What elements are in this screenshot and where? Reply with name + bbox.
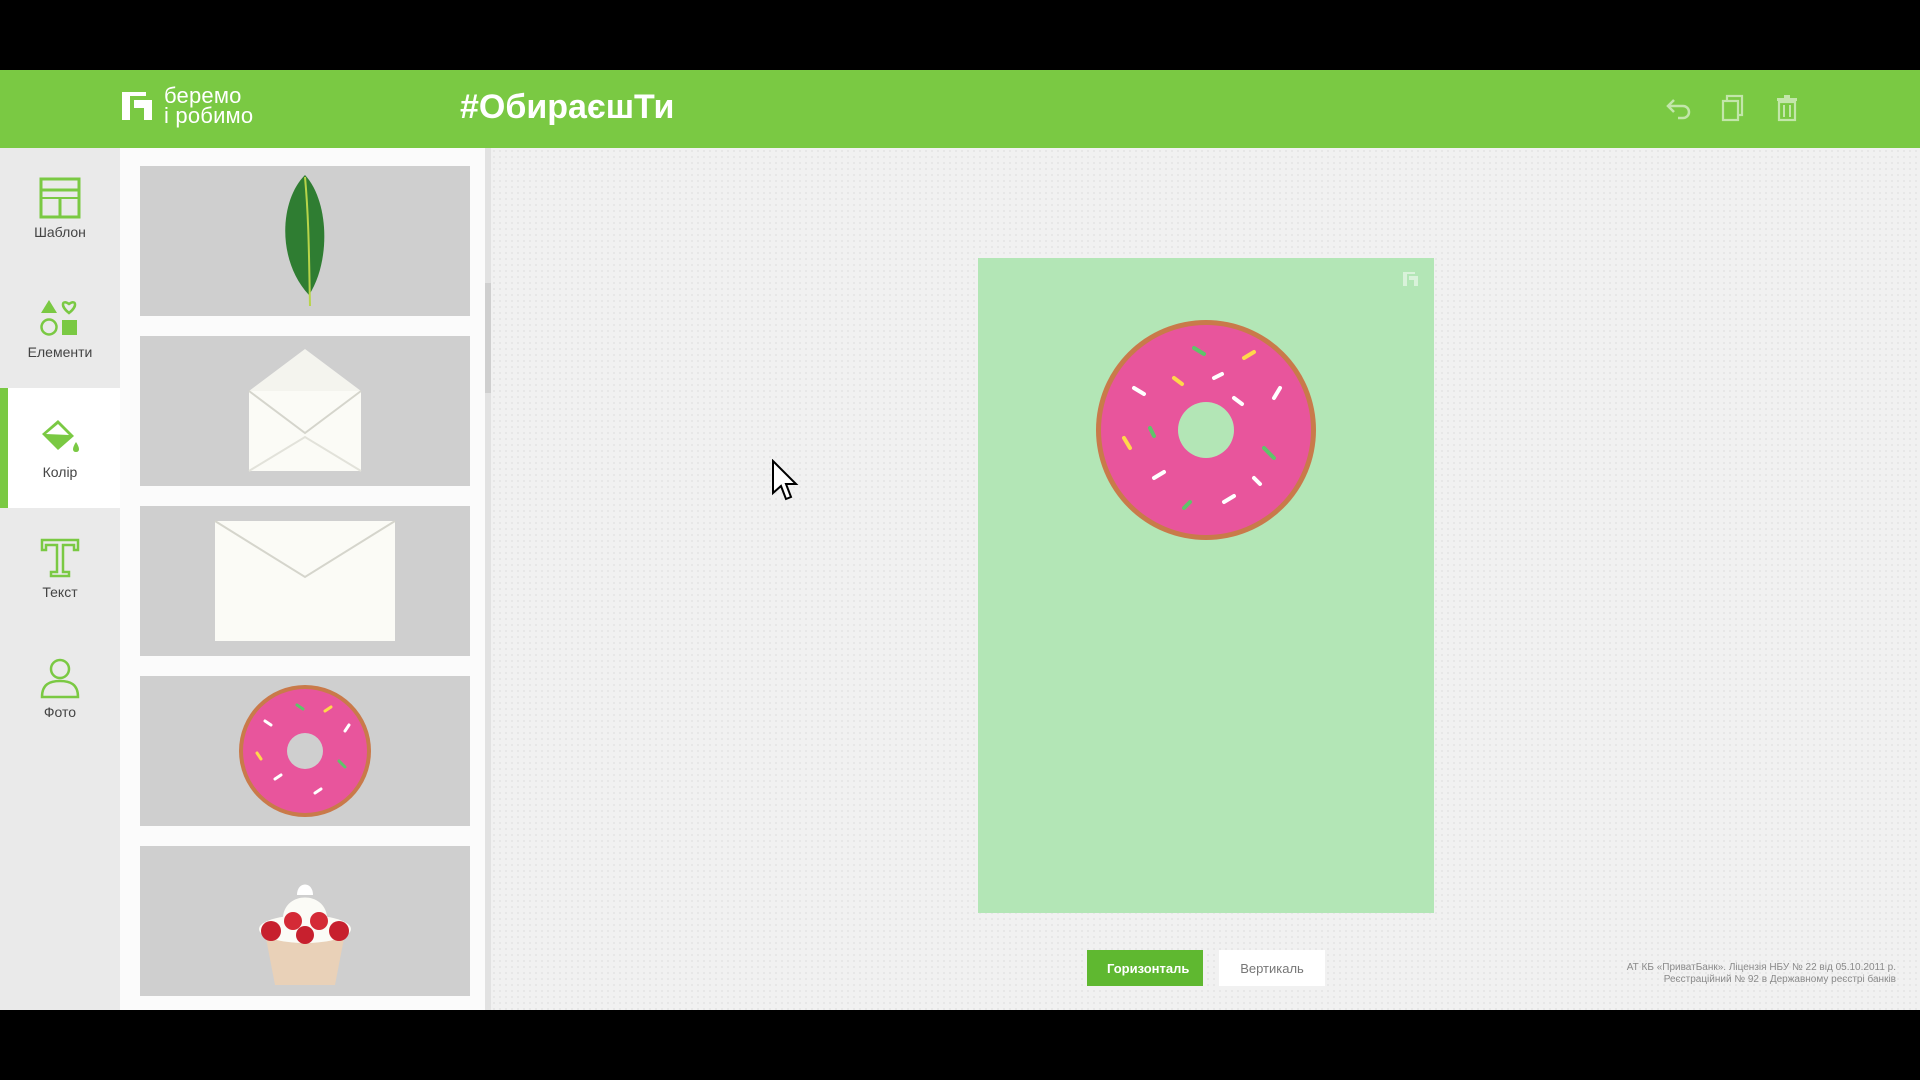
- thumbnail-closed-envelope[interactable]: [140, 506, 470, 656]
- tool-elements[interactable]: Елементи: [0, 268, 120, 388]
- tool-text[interactable]: Текст: [0, 508, 120, 628]
- header-bar: беремо і робимо #ОбираєшТи: [0, 70, 1920, 148]
- closed-envelope-image: [214, 520, 396, 641]
- leaf-image: [285, 175, 325, 307]
- elements-panel: [120, 148, 485, 1010]
- app-window: беремо і робимо #ОбираєшТи Шаблон Елемен…: [0, 70, 1920, 1010]
- text-icon: [40, 538, 80, 578]
- watermark-logo-icon: [1403, 272, 1418, 286]
- legal-notice: АТ КБ «ПриватБанк». Ліцензія НБУ № 22 ві…: [1627, 962, 1896, 986]
- person-icon: [40, 658, 80, 699]
- page-title: #ОбираєшТи: [460, 88, 675, 126]
- paint-bucket-icon: [42, 420, 79, 452]
- tool-label: Текст: [42, 584, 78, 600]
- artboard[interactable]: [978, 258, 1434, 913]
- undo-icon[interactable]: [1666, 94, 1692, 122]
- thumbnail-leaf[interactable]: [140, 166, 470, 316]
- trash-icon[interactable]: [1774, 94, 1800, 122]
- tool-photo[interactable]: Фото: [0, 628, 120, 748]
- legal-line-1: АТ КБ «ПриватБанк». Ліцензія НБУ № 22 ві…: [1626, 962, 1896, 973]
- template-icon: [39, 177, 81, 219]
- mouse-cursor-icon: [772, 459, 799, 501]
- donut-element[interactable]: [1094, 318, 1318, 542]
- horizontal-button[interactable]: Горизонталь: [1087, 950, 1203, 986]
- thumbnail-open-envelope[interactable]: [140, 336, 470, 486]
- shapes-icon: [40, 300, 77, 336]
- logo-text-line2: і робимо: [164, 103, 254, 128]
- thumbnail-donut[interactable]: [140, 676, 470, 826]
- tool-label: Елементи: [27, 344, 93, 360]
- tool-template[interactable]: Шаблон: [0, 148, 120, 268]
- cupcake-image: [259, 884, 351, 985]
- tool-label: Шаблон: [34, 224, 86, 240]
- privatbank-logo-icon: [120, 88, 156, 124]
- tool-color[interactable]: Колір: [0, 388, 120, 508]
- copy-icon[interactable]: [1720, 94, 1746, 122]
- logo[interactable]: беремо і робимо: [120, 85, 254, 128]
- tool-label: Фото: [43, 704, 77, 720]
- open-envelope-image: [248, 349, 362, 472]
- vertical-button[interactable]: Вертикаль: [1219, 950, 1325, 986]
- tool-sidebar: Шаблон Елементи Колір Текст Фото: [0, 148, 120, 1010]
- donut-image: [239, 685, 371, 817]
- tool-label: Колір: [42, 464, 78, 480]
- legal-line-2: Реєстраційний № 92 в Державному реєстрі …: [1663, 974, 1896, 985]
- thumbnail-cupcake[interactable]: [140, 846, 470, 996]
